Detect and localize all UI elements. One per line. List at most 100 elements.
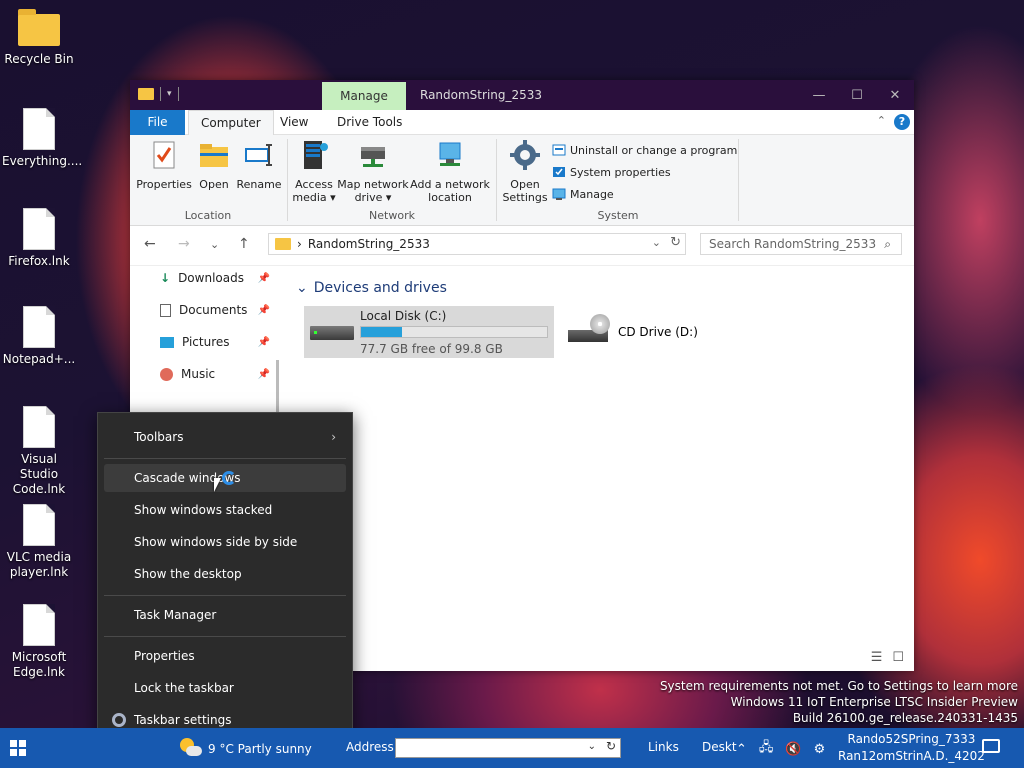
desktop-icon-recycle-bin[interactable]: Recycle Bin xyxy=(2,8,76,67)
drive-local-disk-c[interactable]: Local Disk (C:) 77.7 GB free of 99.8 GB xyxy=(304,306,554,358)
media-server-icon xyxy=(304,141,328,169)
uninstall-program-button[interactable]: Uninstall or change a program xyxy=(552,141,737,159)
minimize-button[interactable]: — xyxy=(800,80,838,110)
tab-computer[interactable]: Computer xyxy=(188,110,274,136)
network-icon[interactable]: 🖧 xyxy=(759,738,774,760)
taskbar[interactable]: 9 °C Partly sunny Address ⌄ ↻ Links Desk… xyxy=(0,728,1024,768)
desktop-icon-everything[interactable]: Everything.... xyxy=(2,108,83,169)
sidebar-item-downloads[interactable]: ↓ Downloads 📌 xyxy=(160,267,270,289)
drive-usage-fill xyxy=(361,326,402,337)
gear-icon xyxy=(112,713,126,727)
rename-label: Rename xyxy=(236,178,282,191)
pin-icon[interactable]: 📌 xyxy=(258,305,270,316)
manage-button[interactable]: Manage xyxy=(552,185,614,203)
clock-line: Ran12omStrinA.D._4202 xyxy=(838,749,985,763)
search-icon: ⌕ xyxy=(884,237,891,251)
menu-item-toolbars[interactable]: Toolbars › xyxy=(104,423,346,451)
cd-drive-icon xyxy=(568,314,612,344)
forward-arrow-icon[interactable]: → xyxy=(178,236,190,252)
pin-icon[interactable]: 📌 xyxy=(258,369,270,380)
desktop-icon-notepad[interactable]: Notepad+... xyxy=(2,306,76,367)
sidebar-item-documents[interactable]: Documents 📌 xyxy=(160,299,270,321)
search-input[interactable]: Search RandomString_2533 ⌕ xyxy=(700,233,902,255)
window-title: RandomString_2533 xyxy=(420,88,543,102)
customize-quick-access-icon[interactable]: ▾ xyxy=(167,89,172,99)
sidebar-item-label: Pictures xyxy=(182,335,230,349)
rename-button[interactable]: Rename xyxy=(234,139,284,191)
notification-center-icon[interactable] xyxy=(982,739,1000,753)
recent-locations-icon[interactable]: ⌄ xyxy=(210,238,219,251)
tab-view[interactable]: View xyxy=(268,110,320,135)
section-header[interactable]: ⌄ Devices and drives xyxy=(296,280,447,296)
desktop-icon-vlc[interactable]: VLC media player.lnk xyxy=(2,504,76,580)
drive-cd-d[interactable]: CD Drive (D:) xyxy=(562,306,702,358)
sidebar-item-label: Documents xyxy=(179,303,248,317)
menu-item-lock-taskbar[interactable]: Lock the taskbar xyxy=(104,674,346,702)
network-location-icon xyxy=(439,142,461,166)
desktop-icon-firefox[interactable]: Firefox.lnk xyxy=(2,208,76,269)
tab-file[interactable]: File xyxy=(130,110,185,135)
properties-label: Properties xyxy=(136,178,192,191)
address-bar[interactable]: › RandomString_2533 ⌄ ↻ xyxy=(268,233,686,255)
menu-item-task-manager[interactable]: Task Manager xyxy=(104,601,346,629)
refresh-icon[interactable]: ↻ xyxy=(670,235,681,250)
desktop-toolbar[interactable]: Deskt xyxy=(702,740,737,754)
manage-icon xyxy=(552,188,566,200)
access-media-button[interactable]: Access media ▾ xyxy=(292,139,336,204)
open-button[interactable]: Open xyxy=(194,139,234,191)
search-placeholder: Search RandomString_2533 xyxy=(709,237,877,251)
desktop-icon-vscode[interactable]: Visual Studio Code.lnk xyxy=(2,406,76,497)
drive-free-space: 77.7 GB free of 99.8 GB xyxy=(360,341,503,356)
tab-manage[interactable]: Manage xyxy=(322,82,406,110)
sidebar-item-music[interactable]: Music 📌 xyxy=(160,363,270,385)
menu-item-label: Toolbars xyxy=(134,430,184,444)
menu-item-show-desktop[interactable]: Show the desktop xyxy=(104,560,346,588)
properties-icon xyxy=(153,141,175,169)
menu-item-show-windows-stacked[interactable]: Show windows stacked xyxy=(104,496,346,524)
desktop-icon-label: Everything.... xyxy=(2,154,83,168)
ribbon-tabs: File Computer View Drive Tools ⌃ ? xyxy=(130,110,914,136)
add-network-location-button[interactable]: Add a network location xyxy=(410,139,490,204)
pin-icon[interactable]: 📌 xyxy=(258,273,270,284)
weather-widget[interactable]: 9 °C Partly sunny xyxy=(180,738,312,760)
view-switcher: ☰ ☐ xyxy=(871,650,904,665)
details-view-icon[interactable]: ☰ xyxy=(871,650,883,665)
clock[interactable]: Rando52SPring_7333 Ran12omStrinA.D._4202 xyxy=(838,731,985,765)
folder-icon xyxy=(138,88,154,100)
properties-button[interactable]: Properties xyxy=(136,139,192,191)
large-icons-view-icon[interactable]: ☐ xyxy=(892,650,904,665)
show-hidden-icons-chevron-icon[interactable]: ⌃ xyxy=(736,742,747,757)
chevron-down-icon[interactable]: ⌄ xyxy=(652,236,661,249)
maximize-button[interactable]: ☐ xyxy=(838,80,876,110)
collapse-ribbon-icon[interactable]: ⌃ xyxy=(877,114,886,127)
title-bar[interactable]: ▾ Manage RandomString_2533 — ☐ ✕ xyxy=(130,80,914,110)
pin-icon[interactable]: 📌 xyxy=(258,337,270,348)
uninstall-icon xyxy=(552,144,566,156)
volume-muted-icon[interactable]: 🔇 xyxy=(785,742,801,757)
system-properties-button[interactable]: System properties xyxy=(552,163,671,181)
menu-item-show-windows-side-by-side[interactable]: Show windows side by side xyxy=(104,528,346,556)
recycle-bin-icon xyxy=(18,9,60,46)
start-button[interactable] xyxy=(10,740,26,756)
tab-drive-tools[interactable]: Drive Tools xyxy=(325,110,414,135)
back-arrow-icon[interactable]: ← xyxy=(144,236,156,252)
close-button[interactable]: ✕ xyxy=(876,80,914,110)
scrollbar[interactable] xyxy=(276,360,279,420)
links-toolbar[interactable]: Links xyxy=(648,740,679,754)
map-network-drive-label: Map network drive ▾ xyxy=(337,178,409,204)
refresh-icon[interactable]: ↻ xyxy=(606,739,616,753)
help-icon[interactable]: ? xyxy=(894,114,910,130)
breadcrumb[interactable]: RandomString_2533 xyxy=(308,237,430,251)
map-network-drive-button[interactable]: Map network drive ▾ xyxy=(336,139,410,204)
sidebar-item-pictures[interactable]: Pictures 📌 xyxy=(160,331,270,353)
open-settings-button[interactable]: Open Settings xyxy=(502,139,548,204)
up-arrow-icon[interactable]: ↑ xyxy=(238,236,250,252)
desktop-icon-edge[interactable]: Microsoft Edge.lnk xyxy=(2,604,76,680)
chevron-down-icon[interactable]: ⌄ xyxy=(588,741,596,752)
address-toolbar-input[interactable]: ⌄ ↻ xyxy=(395,738,621,758)
menu-item-properties[interactable]: Properties xyxy=(104,642,346,670)
menu-item-label: Lock the taskbar xyxy=(134,681,234,695)
system-properties-icon xyxy=(553,167,565,177)
navigation-bar: ← → ⌄ ↑ › RandomString_2533 ⌄ ↻ Search R… xyxy=(130,226,914,266)
settings-gear-icon[interactable]: ⚙ xyxy=(814,742,826,757)
